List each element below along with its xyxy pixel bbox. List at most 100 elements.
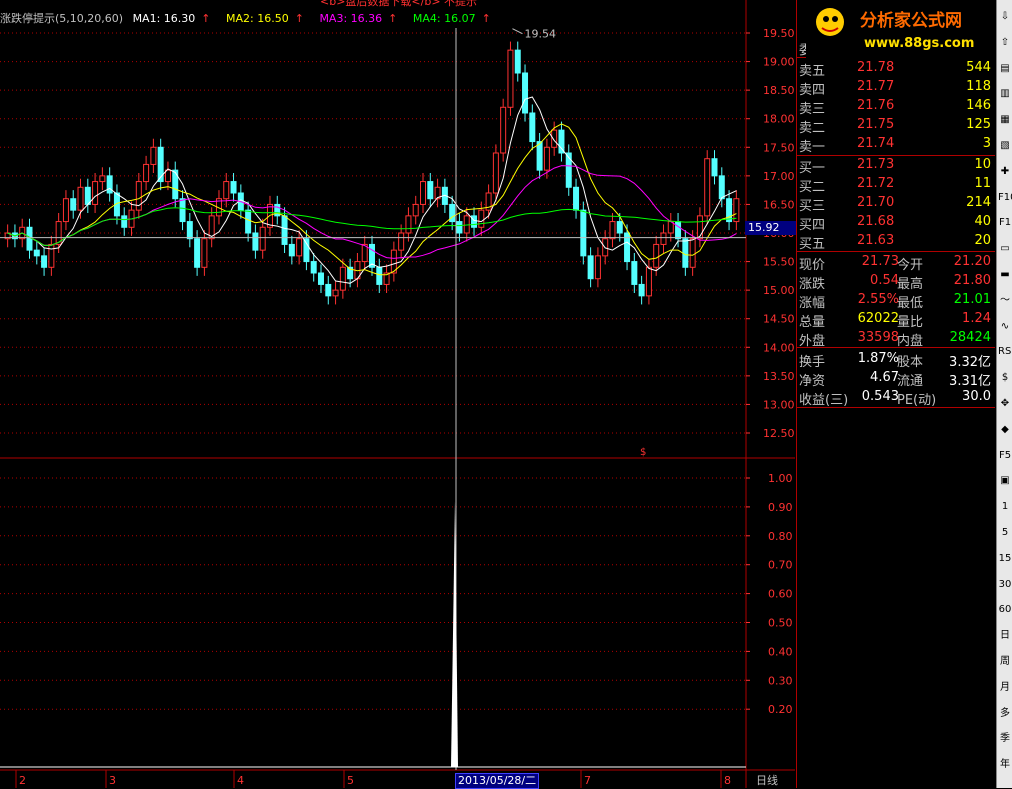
sell-row: 卖一 21.74 3: [797, 135, 995, 155]
price-tick-label: 13.00: [763, 398, 795, 411]
price-tick-label: 14.00: [763, 341, 795, 354]
candle-body: [726, 198, 733, 223]
toolbar-button[interactable]: ▧: [998, 137, 1012, 155]
candle-body: [99, 175, 106, 183]
toolbar-button[interactable]: ✚: [998, 163, 1012, 181]
toolbar-button[interactable]: 多: [998, 705, 1012, 723]
candle-body: [230, 181, 237, 194]
info-value: 4.67: [870, 370, 899, 385]
candle-body: [376, 266, 383, 285]
toolbar-button[interactable]: ⇩: [998, 8, 1012, 26]
high-marker-label: 19.54: [524, 28, 556, 41]
toolbar-button[interactable]: 季: [998, 730, 1012, 748]
toolbar-button[interactable]: ▬: [998, 266, 1012, 284]
toolbar-button[interactable]: ▣: [998, 472, 1012, 490]
info-row: 收益(三) 0.543 PE(动) 30.0: [797, 388, 995, 408]
candle-body: [194, 238, 201, 268]
candle-body: [281, 215, 288, 245]
toolbar-button[interactable]: 60: [998, 601, 1012, 619]
crosshair-price-tag: 15.92: [745, 221, 798, 235]
candle-body: [704, 158, 711, 217]
toolbar-button[interactable]: RSI: [998, 343, 1012, 361]
indicator-tick-label: 0.70: [768, 559, 793, 572]
toolbar-button[interactable]: 月: [998, 679, 1012, 697]
toolbar-button[interactable]: F1: [998, 214, 1012, 232]
price-tick-label: 19.50: [763, 27, 795, 40]
info-label: 流通: [897, 374, 924, 389]
sell-row: 卖三 21.76 146: [797, 97, 995, 117]
info-value: 30.0: [962, 389, 991, 404]
candle-body: [150, 146, 157, 165]
stat-label: 涨跌: [799, 277, 826, 292]
toolbar-button[interactable]: ▭: [998, 240, 1012, 258]
order-level-label: 买三: [799, 199, 826, 214]
order-level-label: 卖四: [799, 83, 826, 98]
price-tick-label: 14.50: [763, 313, 795, 326]
candle-body: [616, 221, 623, 234]
toolbar-button[interactable]: ∿: [998, 318, 1012, 336]
candle-body: [420, 181, 427, 205]
candle-body: [427, 181, 434, 200]
stat-value: 28424: [949, 330, 991, 345]
toolbar-button[interactable]: 周: [998, 653, 1012, 671]
toolbar-button[interactable]: 15: [998, 550, 1012, 568]
price-tick-label: 12.50: [763, 427, 795, 440]
toolbar-button[interactable]: 30: [998, 576, 1012, 594]
crosshair-date-tag: 2013/05/28/二: [455, 773, 540, 789]
stat-label: 涨幅: [799, 296, 826, 311]
toolbar-button[interactable]: 5: [998, 524, 1012, 542]
order-price: 21.78: [857, 60, 895, 75]
stat-label: 量比: [897, 315, 924, 330]
legend-ma1-label: MA1: 16.30: [132, 12, 196, 25]
candle-body: [551, 129, 558, 148]
dollar-marker-icon: $: [640, 447, 646, 458]
order-volume: 118: [966, 79, 991, 94]
stat-label: 总量: [799, 315, 826, 330]
toolbar-button[interactable]: ▤: [998, 60, 1012, 78]
order-volume: 10: [974, 157, 991, 172]
toolbar-button[interactable]: 1: [998, 498, 1012, 516]
buy-row: 买四 21.68 40: [797, 213, 995, 233]
x-axis-label: 4: [237, 774, 244, 787]
toolbar-button[interactable]: 年: [998, 756, 1012, 774]
candle-body: [580, 209, 587, 257]
x-axis-label: 3: [109, 774, 116, 787]
toolbar-button[interactable]: F5: [998, 447, 1012, 465]
up-arrow-icon: ↑: [294, 12, 304, 25]
info-value: 0.543: [861, 389, 899, 404]
toolbar-button[interactable]: $: [998, 369, 1012, 387]
indicator-tick-label: 0.50: [768, 617, 793, 630]
candle-body: [645, 266, 652, 297]
toolbar-button[interactable]: ▦: [998, 111, 1012, 129]
price-tick-label: 15.00: [763, 284, 795, 297]
price-tick-label: 13.50: [763, 370, 795, 383]
candle-body: [478, 209, 485, 228]
info-value: 3.31亿: [949, 374, 991, 389]
stat-value: 21.73: [861, 254, 899, 269]
toolbar-button[interactable]: ◆: [998, 421, 1012, 439]
candle-body: [245, 209, 252, 234]
info-row: 换手 1.87% 股本 3.32亿: [797, 350, 995, 370]
price-tick-label: 17.50: [763, 141, 795, 154]
stat-value: 21.01: [953, 292, 991, 307]
divider: [797, 347, 995, 348]
candle-body: [653, 243, 660, 268]
toolbar-button[interactable]: F10: [998, 189, 1012, 207]
order-level-label: 卖一: [799, 140, 826, 155]
candle-body: [121, 215, 128, 228]
toolbar-button[interactable]: ⇧: [998, 34, 1012, 52]
toolbar-button[interactable]: ▥: [998, 85, 1012, 103]
chart-canvas[interactable]: 19.5019.0018.5018.0017.5017.0016.5016.00…: [0, 0, 795, 788]
candle-body: [143, 163, 150, 183]
candle-body: [718, 175, 725, 200]
toolbar-button[interactable]: 〜: [998, 292, 1012, 310]
kline-chart-area[interactable]: 19.5019.0018.5018.0017.5017.0016.5016.00…: [0, 0, 798, 789]
order-volume: 3: [982, 136, 991, 151]
toolbar-button[interactable]: ✥: [998, 395, 1012, 413]
indicator-tick-label: 0.90: [768, 501, 793, 514]
info-value: 3.32亿: [949, 355, 991, 370]
indicator-spike: [451, 501, 458, 767]
candle-body: [325, 283, 332, 297]
candle-body: [310, 261, 317, 274]
toolbar-button[interactable]: 日: [998, 627, 1012, 645]
